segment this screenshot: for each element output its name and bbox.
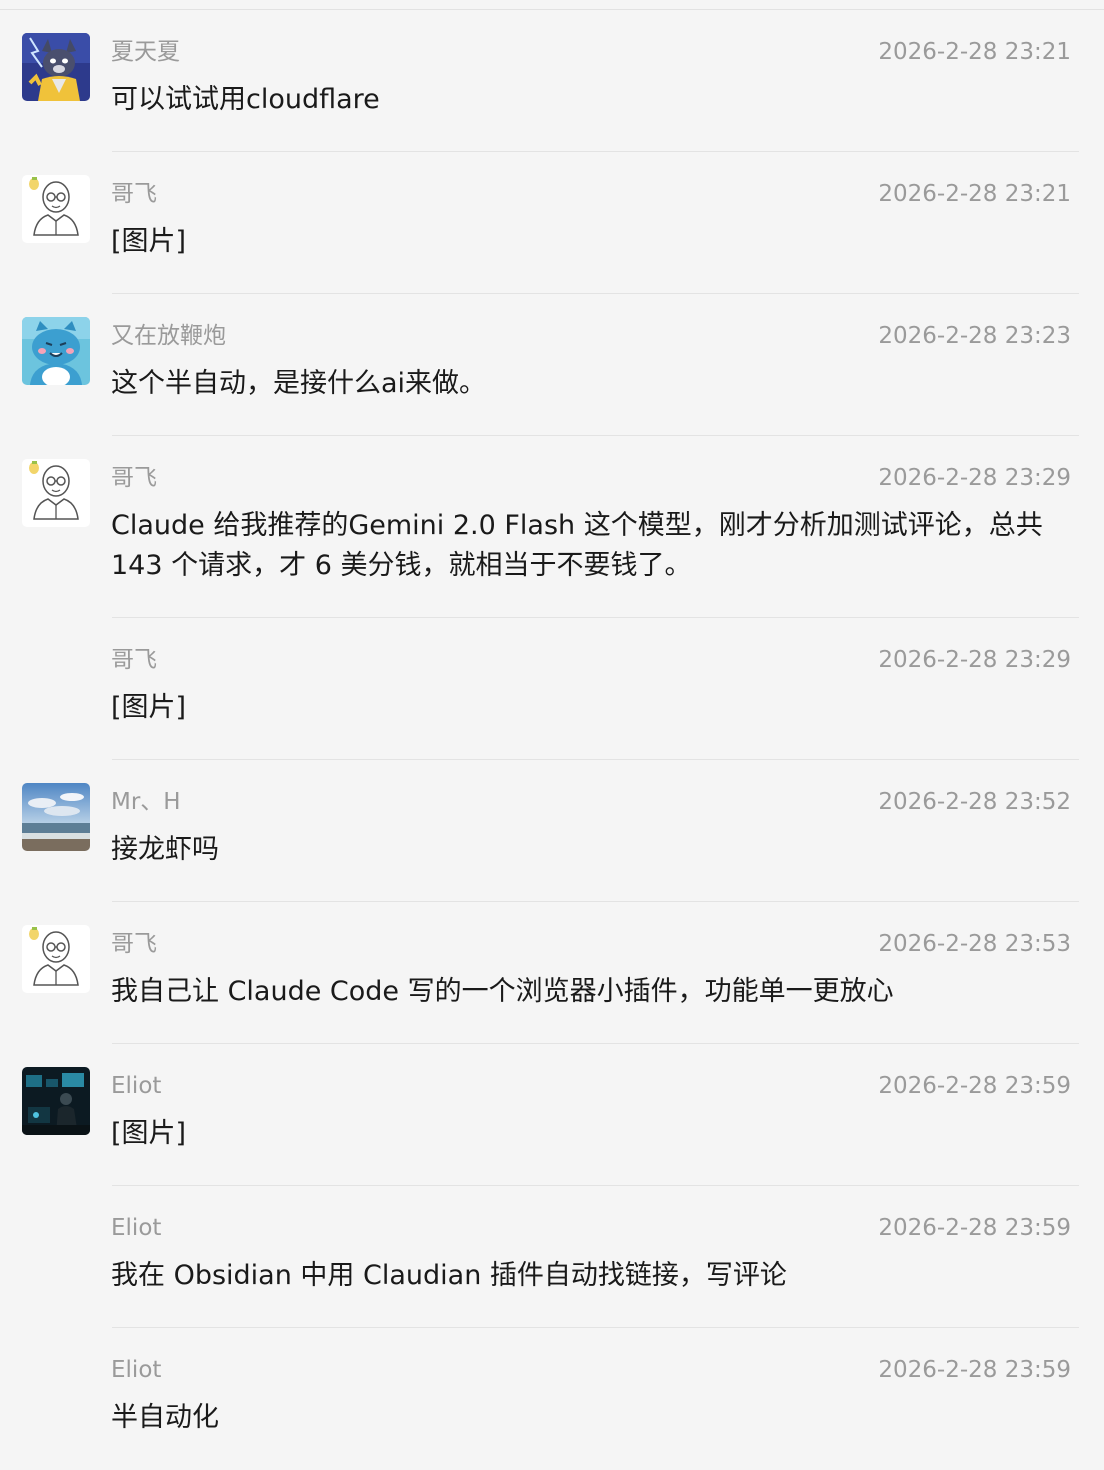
- message-timestamp: 2026-2-28 23:59: [878, 1357, 1071, 1383]
- chat-message-list[interactable]: 夏天夏 2026-2-28 23:21 可以试试用cloudflare 哥飞 2…: [0, 10, 1104, 1470]
- message-item[interactable]: Mr、H 2026-2-28 23:52 接龙虾吗: [0, 760, 1104, 902]
- message-item[interactable]: 哥飞 2026-2-28 23:21 [图片]: [0, 152, 1104, 294]
- blue-cat-avatar[interactable]: [22, 317, 90, 385]
- message-timestamp: 2026-2-28 23:52: [878, 789, 1071, 815]
- message-text: Claude 给我推荐的Gemini 2.0 Flash 这个模型，刚才分析加测…: [111, 510, 1043, 581]
- beach-avatar[interactable]: [22, 783, 90, 851]
- message-text: 可以试试用cloudflare: [111, 84, 380, 115]
- message-item[interactable]: 哥飞 2026-2-28 23:29 [图片]: [0, 618, 1104, 760]
- message-timestamp: 2026-2-28 23:59: [878, 1215, 1071, 1241]
- sender-name[interactable]: Eliot: [111, 1212, 161, 1244]
- message-text: 接龙虾吗: [111, 834, 219, 865]
- sender-name[interactable]: 哥飞: [111, 928, 157, 960]
- message-timestamp: 2026-2-28 23:23: [878, 323, 1071, 349]
- dark-room-avatar[interactable]: [22, 1067, 90, 1135]
- sender-name[interactable]: 哥飞: [111, 462, 157, 494]
- message-image-placeholder[interactable]: [图片]: [111, 688, 1064, 728]
- message-item[interactable]: 又在放鞭炮 2026-2-28 23:23 这个半自动，是接什么ai来做。: [0, 294, 1104, 436]
- message-text: 我自己让 Claude Code 写的一个浏览器小插件，功能单一更放心: [111, 976, 894, 1007]
- message-item[interactable]: 哥飞 2026-2-28 23:29 Claude 给我推荐的Gemini 2.…: [0, 436, 1104, 618]
- message-text: 我在 Obsidian 中用 Claudian 插件自动找链接，写评论: [111, 1260, 787, 1291]
- message-timestamp: 2026-2-28 23:53: [878, 931, 1071, 957]
- message-timestamp: 2026-2-28 23:21: [878, 181, 1071, 207]
- message-timestamp: 2026-2-28 23:21: [878, 39, 1071, 65]
- sender-name[interactable]: 哥飞: [111, 178, 157, 210]
- sender-name[interactable]: 又在放鞭炮: [111, 320, 226, 352]
- sender-name[interactable]: Eliot: [111, 1354, 161, 1386]
- bald-man-avatar[interactable]: [22, 175, 90, 243]
- message-item[interactable]: 夏天夏 2026-2-28 23:21 可以试试用cloudflare: [0, 10, 1104, 152]
- sender-name[interactable]: Eliot: [111, 1070, 161, 1102]
- message-image-placeholder[interactable]: [图片]: [111, 1114, 1064, 1154]
- message-timestamp: 2026-2-28 23:29: [878, 465, 1071, 491]
- message-timestamp: 2026-2-28 23:29: [878, 647, 1071, 673]
- bald-man-avatar[interactable]: [22, 925, 90, 993]
- message-item[interactable]: Eliot 2026-2-28 23:59 我在 Obsidian 中用 Cla…: [0, 1186, 1104, 1328]
- fox-avatar[interactable]: [22, 33, 90, 101]
- bald-man-avatar[interactable]: [22, 459, 90, 527]
- message-text: 半自动化: [111, 1402, 219, 1433]
- sender-name[interactable]: 哥飞: [111, 644, 157, 676]
- sender-name[interactable]: 夏天夏: [111, 36, 180, 68]
- sender-name[interactable]: Mr、H: [111, 786, 181, 818]
- message-item[interactable]: 哥飞 2026-2-28 23:53 我自己让 Claude Code 写的一个…: [0, 902, 1104, 1044]
- message-timestamp: 2026-2-28 23:59: [878, 1073, 1071, 1099]
- message-text: 这个半自动，是接什么ai来做。: [111, 368, 487, 399]
- message-item[interactable]: Eliot 2026-2-28 23:59 [图片]: [0, 1044, 1104, 1186]
- message-image-placeholder[interactable]: [图片]: [111, 222, 1064, 262]
- message-item[interactable]: Eliot 2026-2-28 23:59 半自动化: [0, 1328, 1104, 1470]
- top-border: [0, 0, 1104, 10]
